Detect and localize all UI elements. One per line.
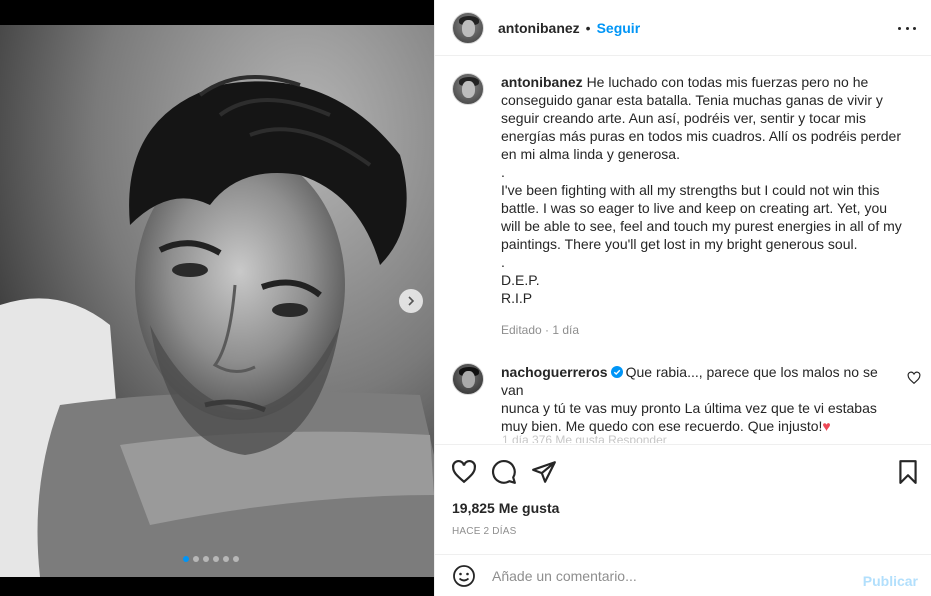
- caption: antonibanez He luchado con todas mis fue…: [452, 73, 906, 339]
- carousel-dot: [183, 556, 189, 562]
- caption-meta: Editado · 1 día: [501, 323, 580, 337]
- caption-line: antonibanez He luchado con todas mis fue…: [501, 74, 869, 90]
- caption-line: will be able to see, feel and touch my p…: [501, 218, 902, 234]
- emoji-icon[interactable]: [452, 564, 476, 588]
- caption-line: paintings. There you'll get lost in my b…: [501, 236, 858, 252]
- carousel-dot: [233, 556, 239, 562]
- chevron-right-icon: [408, 296, 415, 306]
- red-heart-emoji: ♥: [822, 418, 831, 434]
- publish-button[interactable]: Publicar: [863, 573, 918, 589]
- verified-badge-icon: [610, 366, 623, 378]
- separator-bullet: •: [585, 19, 591, 36]
- author-username[interactable]: antonibanez: [498, 20, 580, 36]
- add-comment-bar: Publicar: [435, 554, 931, 596]
- carousel-dot: [203, 556, 209, 562]
- comment-item: nachoguerreros Que rabia..., parece que l…: [452, 363, 891, 435]
- comment-body: nachoguerreros Que rabia..., parece que l…: [501, 363, 891, 435]
- caption-body: antonibanez He luchado con todas mis fue…: [501, 73, 906, 307]
- post-header: antonibanez • Seguir: [435, 0, 931, 56]
- like-heart-icon[interactable]: [451, 459, 477, 485]
- save-bookmark-icon[interactable]: [895, 459, 921, 485]
- commenter-avatar[interactable]: [452, 363, 484, 395]
- comment-input[interactable]: [492, 567, 852, 584]
- share-send-icon[interactable]: [531, 459, 557, 485]
- comment-line: nachoguerreros Que rabia..., parece que l…: [501, 364, 882, 398]
- comment-line: nunca y tú te vas muy pronto La última v…: [501, 400, 877, 416]
- caption-line: I've been fighting with all my strengths…: [501, 182, 880, 198]
- more-options-icon[interactable]: [898, 19, 916, 37]
- portrait-image: [0, 25, 434, 577]
- comments-list[interactable]: antonibanez He luchado con todas mis fue…: [435, 57, 931, 443]
- like-comment-heart-icon[interactable]: [907, 371, 921, 385]
- carousel-indicator: [183, 556, 239, 562]
- comment-bubble-icon[interactable]: [491, 459, 517, 485]
- caption-text: antonibanez He luchado con todas mis fue…: [501, 73, 906, 339]
- caption-line: .: [501, 254, 505, 270]
- caption-line: conseguido ganar esta batalla. Tenia muc…: [501, 92, 883, 108]
- caption-line: battle. I was so eager to live and keep …: [501, 200, 888, 216]
- follow-button[interactable]: Seguir: [597, 20, 641, 36]
- caption-line: seguir creando arte. Aun así, podréis ve…: [501, 110, 866, 126]
- next-slide-button[interactable]: [399, 289, 423, 313]
- caption-username[interactable]: antonibanez: [501, 74, 583, 90]
- post-date[interactable]: HACE 2 DÍAS: [452, 526, 516, 537]
- caption-line: .: [501, 164, 505, 180]
- carousel-dot: [213, 556, 219, 562]
- post-details-panel: antonibanez • Seguir antonibanez He luch…: [434, 0, 931, 596]
- caption-line: energías más puras en todos mis cuadros.…: [501, 128, 901, 144]
- caption-line: R.I.P: [501, 290, 533, 306]
- comment-meta: 1 día 376 Me gusta Responder: [502, 433, 667, 443]
- carousel-dot: [193, 556, 199, 562]
- post-media: [0, 0, 434, 596]
- author-avatar[interactable]: [452, 11, 484, 44]
- caption-line: D.E.P.: [501, 272, 540, 288]
- commenter-username[interactable]: nachoguerreros: [501, 364, 608, 380]
- likes-count[interactable]: 19,825 Me gusta: [452, 500, 559, 516]
- action-bar: [435, 444, 931, 498]
- post-photo[interactable]: [0, 25, 434, 577]
- caption-line: en mi alma linda y generosa.: [501, 146, 680, 162]
- caption-author-avatar[interactable]: [452, 73, 484, 105]
- carousel-dot: [223, 556, 229, 562]
- comment-text: nachoguerreros Que rabia..., parece que l…: [501, 363, 891, 435]
